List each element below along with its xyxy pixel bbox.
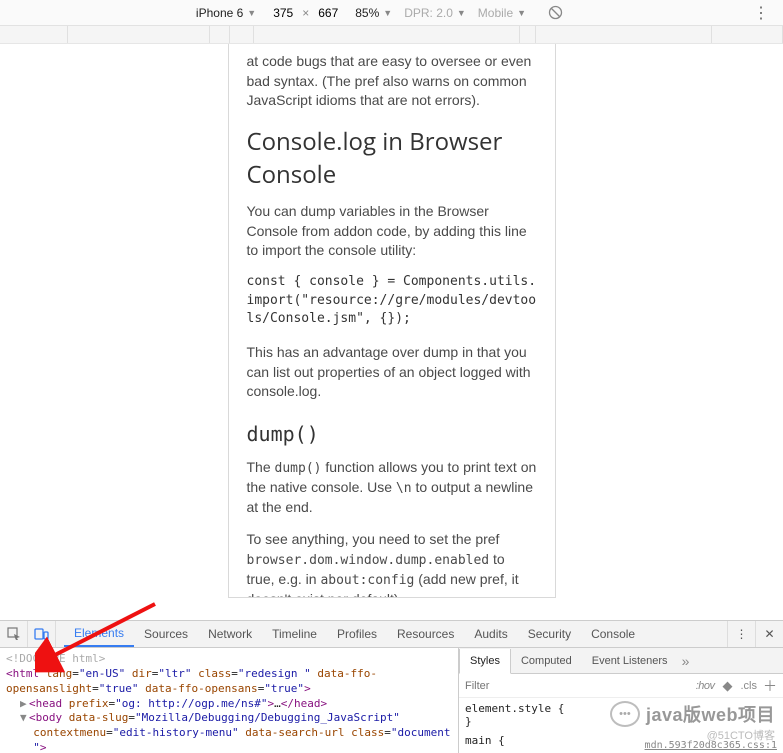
new-rule-icon[interactable]: ＋	[763, 676, 777, 696]
tab-network[interactable]: Network	[198, 621, 262, 647]
tab-timeline[interactable]: Timeline	[262, 621, 327, 647]
devtools-toolbar: Elements Sources Network Timeline Profil…	[0, 620, 783, 648]
ruler-bar	[0, 26, 783, 44]
zoom-selector[interactable]: 85%▼	[355, 6, 392, 20]
tab-console[interactable]: Console	[581, 621, 645, 647]
styles-rules[interactable]: element.style { } main { mdn.593f20d8c36…	[459, 698, 783, 753]
rule-source-link[interactable]: mdn.593f20d8c365.css:1	[645, 740, 777, 751]
tab-sources[interactable]: Sources	[134, 621, 198, 647]
devtools-tabs: Elements Sources Network Timeline Profil…	[64, 621, 645, 647]
code-block: const { console } = Components.utils.imp…	[247, 273, 537, 330]
device-selector[interactable]: iPhone 6▼	[196, 6, 256, 20]
paragraph: You can dump variables in the Browser Co…	[247, 202, 537, 261]
devtools-body: <!DOCTYPE html> <html lang="en-US" dir="…	[0, 648, 783, 753]
styles-tab-event-listeners[interactable]: Event Listeners	[582, 648, 678, 673]
styles-tab-bar: Styles Computed Event Listeners »	[459, 648, 783, 674]
cls-toggle[interactable]: .cls	[741, 680, 758, 692]
device-toolbar: iPhone 6▼ × 85%▼ DPR: 2.0▼ Mobile▼ ⋮	[0, 0, 783, 26]
tab-resources[interactable]: Resources	[387, 621, 464, 647]
tab-security[interactable]: Security	[518, 621, 581, 647]
viewport-area: at code bugs that are easy to oversee or…	[0, 44, 783, 620]
inspect-element-icon[interactable]	[0, 621, 28, 647]
paragraph: This has an advantage over dump in that …	[247, 343, 537, 402]
styles-filter-bar: :hov ◆ .cls ＋	[459, 674, 783, 698]
dom-tree-panel[interactable]: <!DOCTYPE html> <html lang="en-US" dir="…	[0, 648, 458, 753]
devtools-close-icon[interactable]: ✕	[755, 621, 783, 647]
device-dimensions[interactable]: ×	[268, 6, 343, 20]
tab-elements[interactable]: Elements	[64, 621, 134, 647]
device-width-input[interactable]	[268, 6, 298, 20]
device-menu-icon[interactable]: ⋮	[749, 3, 773, 23]
styles-tab-more-icon[interactable]: »	[682, 653, 690, 669]
tab-profiles[interactable]: Profiles	[327, 621, 387, 647]
devtools-menu-icon[interactable]: ⋮	[727, 621, 755, 647]
tab-audits[interactable]: Audits	[464, 621, 517, 647]
heading-dump: dump()	[247, 420, 537, 448]
styles-tab-styles[interactable]: Styles	[459, 649, 511, 674]
mode-selector[interactable]: Mobile▼	[478, 6, 526, 20]
styles-panel: Styles Computed Event Listeners » :hov ◆…	[458, 648, 783, 753]
paragraph: The dump() function allows you to print …	[247, 458, 537, 518]
heading-console-log: Console.log in Browser Console	[247, 125, 537, 192]
intro-paragraph: at code bugs that are easy to oversee or…	[247, 52, 537, 111]
device-mode-icon[interactable]	[28, 621, 56, 647]
pin-icon[interactable]: ◆	[723, 678, 733, 694]
dimension-separator: ×	[302, 6, 309, 20]
paragraph: To see anything, you need to set the pre…	[247, 530, 537, 598]
dpr-selector[interactable]: DPR: 2.0▼	[404, 6, 466, 20]
rotate-icon[interactable]	[548, 5, 563, 20]
device-frame[interactable]: at code bugs that are easy to oversee or…	[228, 44, 556, 598]
styles-tab-computed[interactable]: Computed	[511, 648, 582, 673]
hov-toggle[interactable]: :hov	[696, 680, 715, 692]
device-height-input[interactable]	[313, 6, 343, 20]
styles-filter-input[interactable]	[465, 680, 690, 692]
